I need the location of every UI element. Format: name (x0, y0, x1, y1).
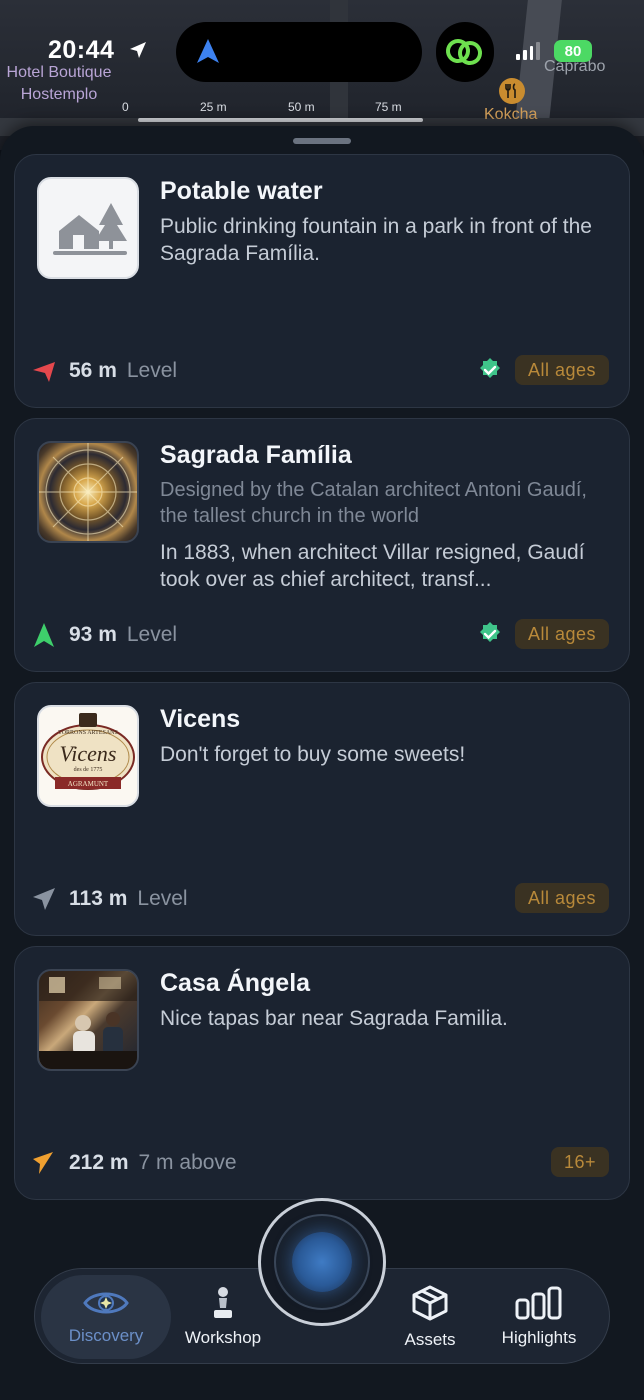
poi-description: Public drinking fountain in a park in fr… (160, 215, 592, 265)
scan-orb-core (292, 1232, 352, 1292)
logo-bottom-text: AGRAMUNT (68, 780, 109, 788)
tab-discovery[interactable]: Discovery (41, 1275, 171, 1359)
scale-tick: 50 m (288, 100, 315, 114)
status-time: 20:44 (48, 36, 115, 64)
map-label-hotel[interactable]: Hotel Boutique Hostemplo (0, 62, 118, 106)
poi-subtitle: Designed by the Catalan architect Antoni… (160, 479, 587, 527)
scan-orb-ring (274, 1214, 370, 1310)
map-scale: 0 25 m 50 m 75 m (118, 100, 423, 126)
poi-footer: 212 m 7 m above (31, 1147, 237, 1179)
poi-card-sagrada-familia[interactable]: Sagrada Família Designed by the Catalan … (14, 418, 630, 672)
poi-title: Sagrada Família (160, 441, 352, 469)
poi-description: Nice tapas bar near Sagrada Familia. (160, 1007, 508, 1030)
tab-assets[interactable]: Assets (385, 1269, 475, 1365)
poi-tags: All ages (514, 883, 609, 913)
battery-indicator: 80 (554, 40, 592, 62)
poi-footer: 93 m Level (31, 619, 177, 651)
poi-tags: All ages (477, 619, 609, 649)
tab-workshop[interactable]: Workshop (173, 1269, 273, 1365)
casa-angela-photo (37, 969, 139, 1071)
location-services-icon (130, 42, 146, 58)
scale-tick: 0 (122, 100, 129, 114)
poi-tags: 16+ (550, 1147, 609, 1177)
poi-footer: 113 m Level (31, 883, 188, 915)
logo-since-text: des de 1775 (74, 767, 103, 773)
tab-highlights[interactable]: Highlights (487, 1269, 591, 1365)
direction-arrow-icon (33, 888, 55, 910)
box-icon (412, 1285, 448, 1321)
tab-label: Assets (404, 1330, 456, 1349)
verified-badge-icon (479, 622, 500, 642)
scale-bar (138, 118, 423, 122)
poi-title: Potable water (160, 177, 323, 205)
poi-level: Level (137, 887, 188, 910)
scan-orb-button[interactable] (258, 1198, 386, 1326)
poi-title: Casa Ángela (160, 969, 311, 997)
cellular-signal-icon (516, 42, 540, 60)
scale-tick: 25 m (200, 100, 227, 114)
poi-distance: 113 m (69, 887, 128, 910)
logo-top-text: TORRONS ARTESANS (58, 730, 118, 736)
poi-title: Vicens (160, 705, 241, 733)
direction-arrow-icon (34, 623, 54, 647)
sagrada-familia-photo (37, 441, 139, 543)
verified-badge-icon (479, 358, 500, 378)
live-activity-icon[interactable] (436, 22, 494, 82)
age-rating-badge: All ages (514, 355, 609, 385)
poi-description: Don't forget to buy some sweets! (160, 743, 466, 766)
eye-icon (83, 1292, 129, 1314)
navigation-arrow-icon (197, 39, 219, 63)
poi-level: 7 m above (138, 1151, 237, 1174)
tab-label: Discovery (68, 1326, 144, 1345)
age-rating-badge: All ages (514, 619, 609, 649)
tab-label: Workshop (184, 1328, 262, 1347)
age-rating-badge: 16+ (550, 1147, 609, 1177)
poi-card-casa-angela[interactable]: Casa Ángela Nice tapas bar near Sagrada … (14, 946, 630, 1200)
poi-tags: All ages (477, 355, 609, 385)
age-rating-badge: All ages (514, 883, 609, 913)
poi-distance: 212 m (69, 1151, 129, 1174)
poi-level: Level (126, 623, 178, 646)
poi-distance: 56 m (69, 359, 117, 382)
poi-level: Level (126, 359, 178, 382)
tab-label: Highlights (501, 1328, 577, 1347)
poi-description: In 1883, when architect Villar resigned,… (160, 541, 585, 591)
direction-arrow-icon (33, 362, 55, 382)
bar-chart-icon (515, 1286, 562, 1320)
scale-tick: 75 m (375, 100, 402, 114)
chess-pawn-icon (214, 1287, 232, 1318)
dynamic-island[interactable] (176, 22, 422, 82)
app-screen: Hotel Boutique Hostemplo Caprabo Kokcha … (0, 0, 644, 1400)
poi-card-vicens[interactable]: TORRONS ARTESANS Vicens des de 1775 AGRA… (14, 682, 630, 936)
restaurant-pin-icon[interactable] (499, 78, 525, 104)
poi-card-potable-water[interactable]: Potable water Public drinking fountain i… (14, 154, 630, 408)
map-label-kokcha[interactable]: Kokcha (484, 104, 537, 126)
poi-distance: 93 m (69, 623, 117, 646)
vicens-logo: TORRONS ARTESANS Vicens des de 1775 AGRA… (37, 705, 139, 807)
logo-name-text: Vicens (59, 741, 116, 766)
park-house-icon (37, 177, 139, 279)
direction-arrow-icon (33, 1152, 53, 1174)
poi-footer: 56 m Level (31, 355, 177, 387)
sheet-grabber[interactable] (293, 138, 351, 144)
